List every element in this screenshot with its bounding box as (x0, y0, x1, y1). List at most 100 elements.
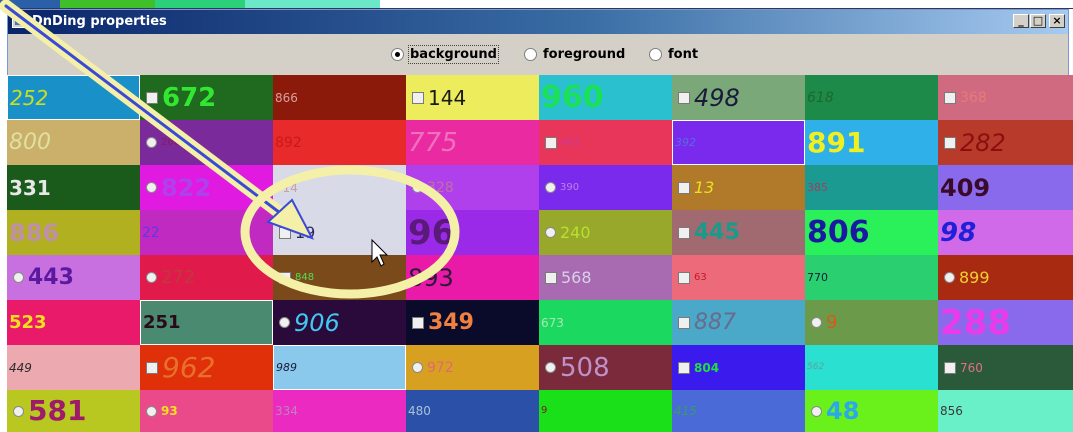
grid-cell[interactable]: 760 (938, 345, 1073, 390)
grid-cell[interactable]: 144 (406, 75, 539, 120)
grid-cell[interactable]: 449 (7, 345, 140, 390)
title-bar[interactable]: DnDing properties _ □ × (8, 10, 1068, 34)
grid-cell[interactable]: 63 (672, 255, 805, 300)
cell-checkbox[interactable] (678, 226, 690, 239)
grid-cell[interactable]: 331 (7, 165, 140, 210)
close-button[interactable]: × (1049, 14, 1065, 28)
cell-radio[interactable] (944, 272, 955, 283)
grid-cell[interactable]: 822 (140, 165, 273, 210)
cell-checkbox[interactable] (944, 91, 956, 104)
grid-cell[interactable]: 390 (539, 165, 672, 210)
grid-cell[interactable]: 328 (406, 165, 539, 210)
radio-font[interactable]: font (649, 45, 698, 63)
cell-radio[interactable] (545, 227, 556, 238)
grid-cell[interactable]: 962 (140, 345, 273, 390)
grid-cell[interactable]: 272 (140, 255, 273, 300)
grid-cell[interactable]: 618 (805, 75, 938, 120)
grid-cell[interactable]: 893 (406, 255, 539, 300)
grid-cell[interactable]: 714 (273, 165, 406, 210)
grid-cell[interactable]: 240 (539, 210, 672, 255)
grid-cell[interactable]: 800 (7, 120, 140, 165)
radio-foreground-indicator[interactable] (524, 47, 537, 61)
grid-cell[interactable]: 392 (672, 120, 805, 165)
grid-cell[interactable]: 581 (7, 390, 140, 432)
grid-cell[interactable]: 806 (805, 210, 938, 255)
cell-radio[interactable] (146, 137, 157, 148)
cell-checkbox[interactable] (545, 136, 557, 149)
grid-cell[interactable]: 899 (938, 255, 1073, 300)
cell-radio[interactable] (811, 317, 822, 328)
grid-cell[interactable]: 804 (672, 345, 805, 390)
grid-cell[interactable]: 891 (805, 120, 938, 165)
cell-checkbox[interactable] (545, 271, 557, 284)
grid-cell[interactable]: 96 (406, 210, 539, 255)
grid-cell[interactable]: 48 (805, 390, 938, 432)
grid-cell[interactable]: 673 (539, 300, 672, 345)
grid-cell[interactable]: 349 (406, 300, 539, 345)
grid-cell[interactable]: 770 (805, 255, 938, 300)
grid-cell[interactable]: 22 (140, 210, 273, 255)
grid-cell[interactable]: 848 (273, 255, 406, 300)
cell-checkbox[interactable] (412, 316, 424, 329)
grid-cell[interactable]: 288 (938, 300, 1073, 345)
cell-radio[interactable] (412, 362, 423, 373)
grid-cell[interactable]: 266 (140, 120, 273, 165)
radio-foreground[interactable]: foreground (524, 45, 625, 63)
cell-checkbox[interactable] (279, 226, 291, 239)
cell-checkbox[interactable] (944, 361, 956, 374)
grid-cell[interactable]: 906 (273, 300, 406, 345)
cell-checkbox[interactable] (279, 271, 291, 284)
cell-checkbox[interactable] (678, 181, 690, 194)
grid-cell[interactable]: 282 (938, 120, 1073, 165)
grid-cell[interactable]: 972 (406, 345, 539, 390)
grid-cell[interactable]: 401 (539, 120, 672, 165)
radio-font-indicator[interactable] (649, 47, 662, 61)
cell-radio[interactable] (146, 405, 157, 417)
grid-cell[interactable]: 523 (7, 300, 140, 345)
cell-checkbox[interactable] (146, 361, 158, 374)
cell-radio[interactable] (545, 362, 556, 373)
cell-checkbox[interactable] (678, 316, 690, 329)
grid-cell[interactable]: 93 (140, 390, 273, 432)
cell-radio[interactable] (412, 182, 423, 193)
grid-cell[interactable]: 385 (805, 165, 938, 210)
radio-background[interactable]: background (391, 44, 499, 64)
grid-cell[interactable]: 334 (273, 390, 406, 432)
grid-cell[interactable]: 409 (938, 165, 1073, 210)
cell-checkbox[interactable] (944, 136, 956, 149)
grid-cell[interactable]: 672 (140, 75, 273, 120)
grid-cell[interactable]: 856 (938, 390, 1073, 432)
grid-cell[interactable]: 480 (406, 390, 539, 432)
cell-radio[interactable] (545, 182, 556, 193)
grid-cell[interactable]: 415 (672, 390, 805, 432)
grid-cell[interactable]: 887 (672, 300, 805, 345)
grid-cell[interactable]: 9 (805, 300, 938, 345)
minimize-button[interactable]: _ (1013, 14, 1029, 28)
cell-radio[interactable] (279, 317, 290, 328)
maximize-button[interactable]: □ (1030, 14, 1046, 28)
grid-cell[interactable]: 886 (7, 210, 140, 255)
grid-cell[interactable]: 13 (672, 165, 805, 210)
cell-radio[interactable] (13, 272, 24, 283)
window-app-icon[interactable] (12, 14, 27, 28)
cell-checkbox[interactable] (678, 271, 690, 284)
cell-radio[interactable] (811, 405, 822, 417)
grid-cell[interactable]: 252 (7, 75, 140, 120)
grid-cell[interactable]: 866 (273, 75, 406, 120)
cell-radio[interactable] (13, 405, 24, 417)
grid-cell[interactable]: 368 (938, 75, 1073, 120)
grid-cell[interactable]: 989 (273, 345, 406, 390)
grid-cell[interactable]: 445 (672, 210, 805, 255)
grid-cell[interactable]: 19 (273, 210, 406, 255)
cell-checkbox[interactable] (678, 361, 690, 374)
cell-radio[interactable] (146, 272, 157, 283)
grid-cell[interactable]: 775 (406, 120, 539, 165)
cell-checkbox[interactable] (146, 91, 158, 104)
cell-checkbox[interactable] (678, 91, 690, 104)
cell-radio[interactable] (146, 182, 157, 193)
grid-cell[interactable]: 508 (539, 345, 672, 390)
radio-background-indicator[interactable] (391, 47, 404, 61)
grid-cell[interactable]: 9 (539, 390, 672, 432)
grid-cell[interactable]: 98 (938, 210, 1073, 255)
grid-cell[interactable]: 960 (539, 75, 672, 120)
